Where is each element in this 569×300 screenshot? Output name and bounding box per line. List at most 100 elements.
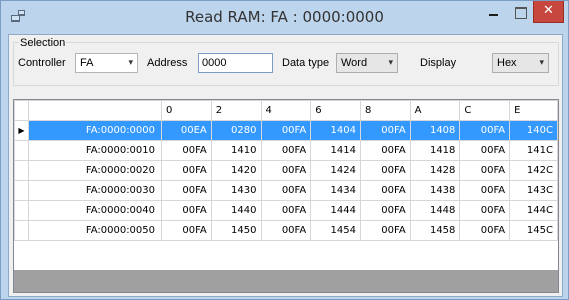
memory-cell[interactable]: 145C	[509, 220, 558, 241]
row-selector[interactable]	[14, 180, 29, 201]
memory-cell[interactable]: 1458	[409, 220, 461, 241]
column-header[interactable]: E	[509, 100, 558, 121]
title-bar[interactable]: Read RAM: FA : 0000:0000 ✕	[1, 1, 568, 34]
maximize-button[interactable]	[507, 1, 533, 23]
table-row[interactable]: ▶ FA:0000:0000 00EA 0280 00FA 1404 00FA 1408 00F…	[14, 120, 558, 141]
controller-select[interactable]: FA ▾	[75, 53, 138, 73]
memory-cell[interactable]: 142C	[509, 160, 558, 181]
memory-cell[interactable]: 1448	[409, 200, 461, 221]
column-header[interactable]: 8	[359, 100, 411, 121]
client-area: Selection Controller FA ▾ Address 0000 D…	[8, 34, 563, 297]
address-column-header[interactable]	[27, 100, 163, 121]
memory-cell[interactable]: 1454	[310, 220, 361, 241]
table-row[interactable]: FA:0000:0020 00FA 1420 00FA 1424 00FA 1428 00FA…	[14, 160, 558, 181]
column-header[interactable]: C	[459, 100, 511, 121]
memory-cell[interactable]: 00FA	[260, 200, 312, 221]
memory-cell[interactable]: 00FA	[359, 140, 411, 161]
datatype-label: Data type	[282, 57, 330, 69]
datatype-select[interactable]: Word ▾	[336, 53, 398, 73]
display-select[interactable]: Hex ▾	[492, 53, 549, 73]
address-value: 0000	[202, 57, 227, 69]
row-address[interactable]: FA:0000:0040	[27, 200, 163, 221]
selection-group-label: Selection	[19, 37, 67, 49]
table-row[interactable]: FA:0000:0050 00FA 1450 00FA 1454 00FA 1458 00FA…	[14, 220, 558, 241]
column-header[interactable]: 2	[210, 100, 262, 121]
table-row[interactable]: FA:0000:0030 00FA 1430 00FA 1434 00FA 1438 00FA…	[14, 180, 558, 201]
memory-cell[interactable]: 00FA	[459, 140, 511, 161]
table-row[interactable]: FA:0000:0010 00FA 1410 00FA 1414 00FA 1418 00FA…	[14, 140, 558, 161]
chevron-down-icon: ▾	[388, 57, 393, 67]
memory-cell[interactable]: 0280	[210, 120, 262, 141]
memory-cell[interactable]: 1450	[210, 220, 262, 241]
memory-grid[interactable]: 0 2 4 6 8 A C E ▶ FA:0000:0000 00EA 0280 00F…	[13, 99, 559, 293]
memory-cell[interactable]: 1410	[210, 140, 262, 161]
address-label: Address	[147, 57, 188, 69]
memory-cell[interactable]: 00FA	[260, 160, 312, 181]
memory-cell[interactable]: 00FA	[161, 140, 212, 161]
row-address[interactable]: FA:0000:0010	[27, 140, 163, 161]
memory-cell[interactable]: 1438	[409, 180, 461, 201]
memory-cell[interactable]: 1430	[210, 180, 262, 201]
memory-cell[interactable]: 1414	[310, 140, 361, 161]
row-selector[interactable]	[14, 220, 29, 241]
memory-cell[interactable]: 00FA	[260, 220, 312, 241]
memory-cell[interactable]: 143C	[509, 180, 558, 201]
memory-cell[interactable]: 00FA	[260, 180, 312, 201]
row-selector[interactable]	[14, 140, 29, 161]
memory-cell[interactable]: 00FA	[260, 120, 312, 141]
memory-cell[interactable]: 1420	[210, 160, 262, 181]
column-header[interactable]: 6	[310, 100, 361, 121]
memory-cell[interactable]: 00FA	[161, 220, 212, 241]
memory-cell[interactable]: 00FA	[459, 200, 511, 221]
memory-cell[interactable]: 00FA	[359, 180, 411, 201]
memory-cell[interactable]: 00FA	[459, 220, 511, 241]
memory-cell[interactable]: 1408	[409, 120, 461, 141]
column-header[interactable]: 4	[260, 100, 312, 121]
close-button[interactable]: ✕	[533, 1, 564, 23]
memory-cell[interactable]: 1428	[409, 160, 461, 181]
memory-cell[interactable]: 00FA	[161, 160, 212, 181]
memory-table: 0 2 4 6 8 A C E ▶ FA:0000:0000 00EA 0280 00F…	[14, 100, 558, 241]
row-address[interactable]: FA:0000:0020	[27, 160, 163, 181]
memory-cell[interactable]: 00FA	[359, 120, 411, 141]
memory-cell[interactable]: 1434	[310, 180, 361, 201]
address-input[interactable]: 0000	[198, 53, 273, 73]
display-value: Hex	[497, 57, 517, 69]
current-row-icon: ▶	[18, 126, 25, 135]
row-address[interactable]: FA:0000:0050	[27, 220, 163, 241]
memory-cell[interactable]: 00FA	[260, 140, 312, 161]
memory-cell[interactable]: 00FA	[459, 180, 511, 201]
minimize-button[interactable]	[479, 1, 507, 23]
chevron-down-icon: ▾	[539, 57, 544, 67]
row-selector[interactable]	[14, 160, 29, 181]
row-selector[interactable]	[14, 200, 29, 221]
datatype-value: Word	[341, 57, 368, 69]
row-selector[interactable]: ▶	[14, 120, 29, 141]
memory-cell[interactable]: 1424	[310, 160, 361, 181]
row-address[interactable]: FA:0000:0030	[27, 180, 163, 201]
memory-cell[interactable]: 00FA	[459, 120, 511, 141]
memory-cell[interactable]: 00EA	[161, 120, 212, 141]
memory-cell[interactable]: 00FA	[359, 160, 411, 181]
memory-cell[interactable]: 1440	[210, 200, 262, 221]
memory-cell[interactable]: 00FA	[359, 200, 411, 221]
memory-cell[interactable]: 00FA	[359, 220, 411, 241]
memory-cell[interactable]: 1418	[409, 140, 461, 161]
column-header[interactable]: 0	[161, 100, 212, 121]
memory-cell[interactable]: 1444	[310, 200, 361, 221]
selection-group: Selection Controller FA ▾ Address 0000 D…	[13, 37, 559, 86]
grid-body: 0 2 4 6 8 A C E ▶ FA:0000:0000 00EA 0280 00F…	[14, 100, 558, 270]
memory-cell[interactable]: 141C	[509, 140, 558, 161]
display-label: Display	[420, 57, 457, 69]
memory-cell[interactable]: 144C	[509, 200, 558, 221]
memory-cell[interactable]: 00FA	[161, 180, 212, 201]
memory-cell[interactable]: 1404	[310, 120, 361, 141]
close-icon: ✕	[543, 3, 554, 18]
memory-cell[interactable]: 00FA	[161, 200, 212, 221]
memory-cell[interactable]: 00FA	[459, 160, 511, 181]
controller-label: Controller	[18, 57, 66, 69]
memory-cell[interactable]: 140C	[509, 120, 558, 141]
row-address[interactable]: FA:0000:0000	[27, 120, 163, 141]
column-header[interactable]: A	[409, 100, 461, 121]
table-row[interactable]: FA:0000:0040 00FA 1440 00FA 1444 00FA 1448 00FA…	[14, 200, 558, 221]
